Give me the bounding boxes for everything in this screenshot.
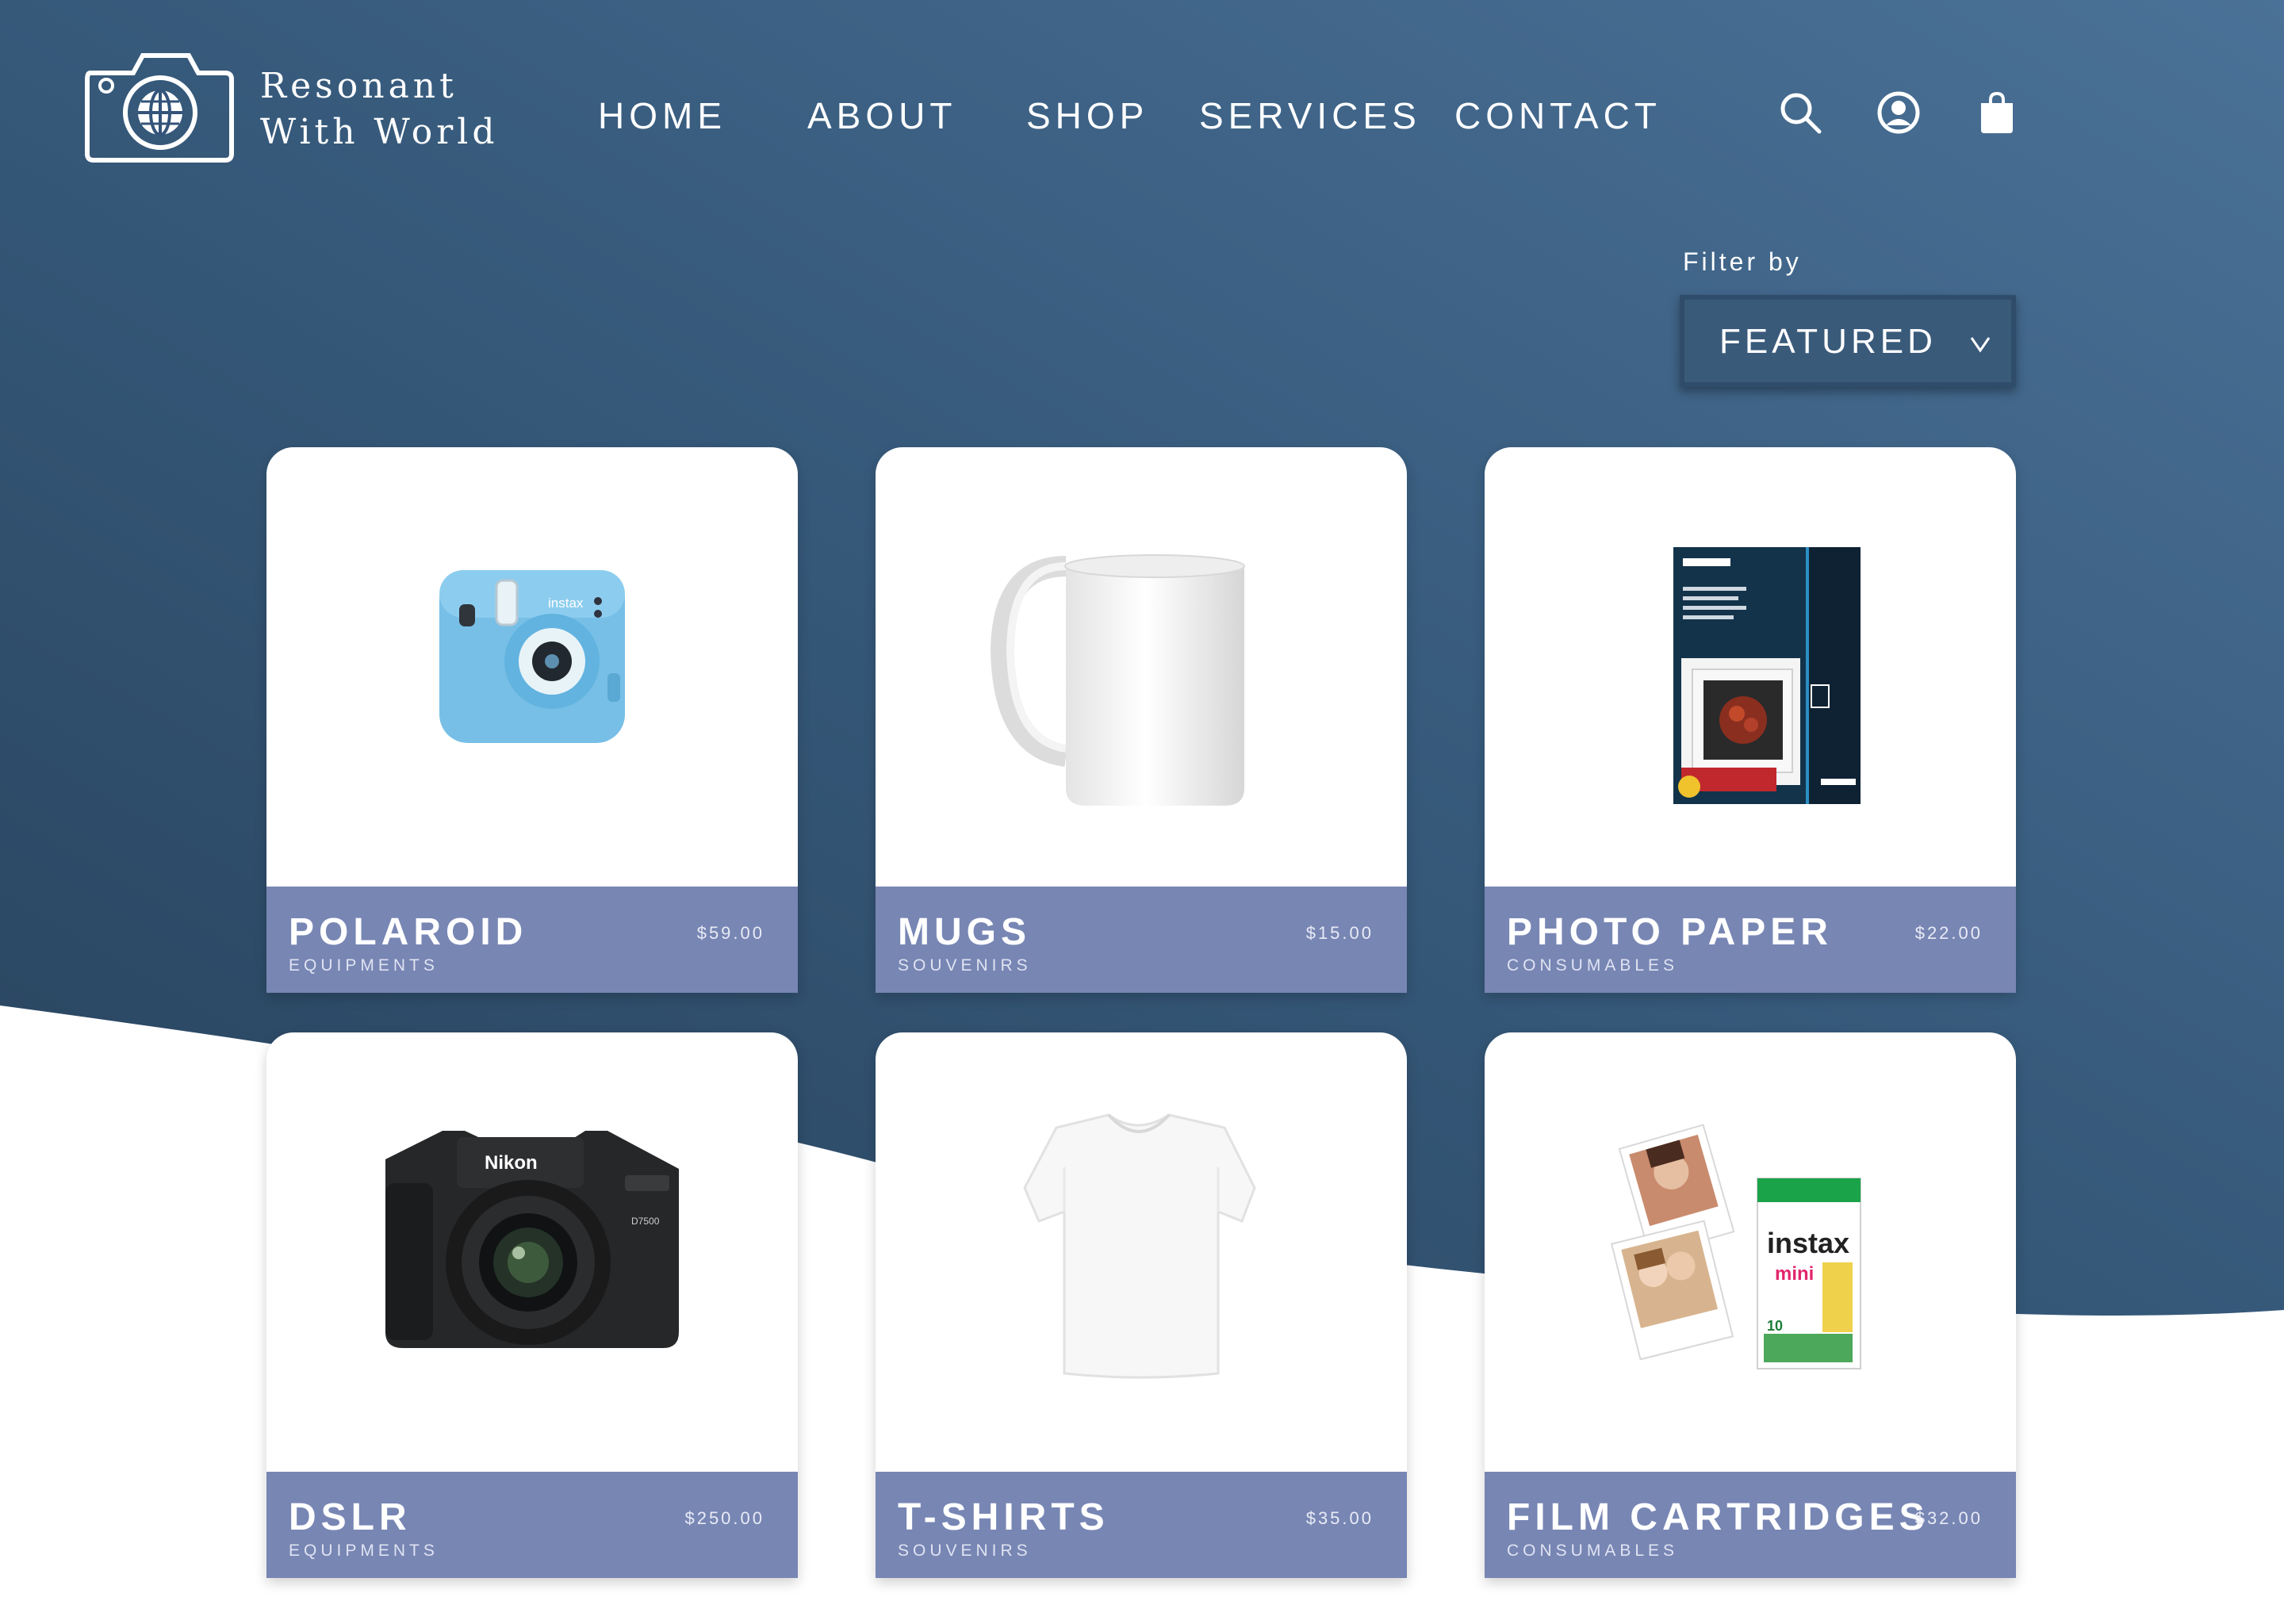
product-info: DSLR EQUIPMENTS $250.00	[266, 1472, 798, 1578]
svg-text:instax: instax	[1767, 1227, 1849, 1259]
account-icon[interactable]	[1875, 89, 1922, 136]
product-category: EQUIPMENTS	[289, 1542, 439, 1560]
filter-selected-value: FEATURED	[1719, 322, 1937, 361]
product-price: $15.00	[1305, 923, 1374, 943]
product-info: FILM CARTRIDGES CONSUMABLES $32.00	[1485, 1472, 2016, 1578]
product-image-mugs	[876, 447, 1407, 887]
product-image-dslr: Nikon D7500	[266, 1032, 798, 1472]
brand-name-line2: With World	[260, 112, 499, 152]
product-name: FILM CARTRIDGES	[1507, 1496, 1930, 1538]
product-name: MUGS	[898, 911, 1031, 953]
product-price: $22.00	[1914, 923, 1983, 943]
product-image-t-shirts	[876, 1032, 1407, 1472]
product-category: SOUVENIRS	[898, 1542, 1032, 1560]
product-info: PHOTO PAPER CONSUMABLES $22.00	[1485, 887, 2016, 993]
nav-services[interactable]: SERVICES	[1199, 92, 1421, 140]
product-card-mugs[interactable]: MUGS SOUVENIRS $15.00	[876, 447, 1407, 993]
product-info: MUGS SOUVENIRS $15.00	[876, 887, 1407, 993]
product-name: POLAROID	[289, 911, 528, 953]
product-price: $35.00	[1305, 1508, 1374, 1528]
nav-about[interactable]: ABOUT	[807, 92, 956, 140]
filter-label: Filter by	[1683, 247, 1802, 276]
product-info: T-SHIRTS SOUVENIRS $35.00	[876, 1472, 1407, 1578]
product-name: PHOTO PAPER	[1507, 911, 1833, 953]
product-name: T-SHIRTS	[898, 1496, 1109, 1538]
camera-globe-icon	[85, 53, 234, 163]
product-category: CONSUMABLES	[1507, 956, 1679, 975]
product-price: $250.00	[684, 1508, 765, 1528]
product-category: SOUVENIRS	[898, 956, 1032, 975]
search-icon[interactable]	[1776, 89, 1824, 136]
product-card-film-cartridges[interactable]: instax mini 10 FILM CARTRIDGES CONSUMABL…	[1485, 1032, 2016, 1578]
svg-text:D7500: D7500	[631, 1216, 660, 1227]
product-price: $32.00	[1914, 1508, 1983, 1528]
brand-name: Resonant With World	[260, 63, 499, 155]
filter-dropdown[interactable]: FEATURED	[1680, 295, 2016, 387]
nav-home[interactable]: HOME	[598, 92, 726, 140]
product-name: DSLR	[289, 1496, 412, 1538]
shopping-bag-icon[interactable]	[1973, 89, 2021, 136]
brand-logo[interactable]: Resonant With World	[84, 49, 496, 168]
brand-name-line1: Resonant	[260, 66, 458, 106]
product-card-photo-paper[interactable]: PHOTO PAPER CONSUMABLES $22.00	[1485, 447, 2016, 993]
svg-text:10: 10	[1767, 1318, 1783, 1334]
product-card-t-shirts[interactable]: T-SHIRTS SOUVENIRS $35.00	[876, 1032, 1407, 1578]
product-image-photo-paper	[1485, 447, 2016, 887]
product-image-polaroid: instax	[266, 447, 798, 887]
product-category: EQUIPMENTS	[289, 956, 439, 975]
svg-text:mini: mini	[1775, 1263, 1814, 1285]
chevron-down-icon	[1968, 331, 1992, 355]
product-info: POLAROID EQUIPMENTS $59.00	[266, 887, 798, 993]
svg-text:Nikon: Nikon	[485, 1152, 538, 1174]
svg-text:instax: instax	[548, 596, 584, 611]
product-card-dslr[interactable]: Nikon D7500 DSLR EQUIPMENTS $250.00	[266, 1032, 798, 1578]
product-image-film-cartridges: instax mini 10	[1485, 1032, 2016, 1472]
nav-shop[interactable]: SHOP	[1026, 92, 1148, 140]
product-card-polaroid[interactable]: instax POLAROID EQUIPMENTS $59.00	[266, 447, 798, 993]
product-category: CONSUMABLES	[1507, 1542, 1679, 1560]
product-price: $59.00	[696, 923, 765, 943]
nav-contact[interactable]: CONTACT	[1454, 92, 1661, 140]
